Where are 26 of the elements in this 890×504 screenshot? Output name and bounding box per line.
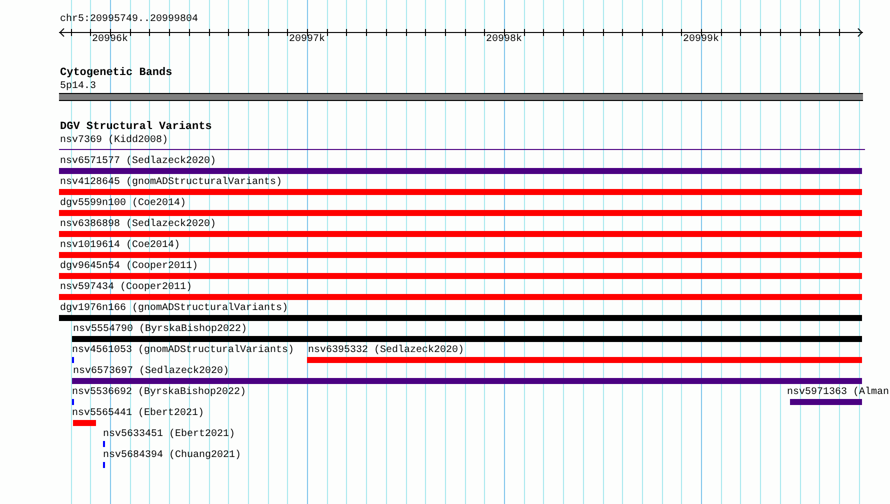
variant-label: nsv5971363 (Alman: [787, 387, 890, 398]
track-title: Cytogenetic Bands: [60, 67, 172, 79]
variant-label: nsv6395332 (Sedlazeck2020): [308, 345, 464, 356]
variant-label: nsv5633451 (Ebert2021): [103, 429, 236, 440]
variant-label: dgv5599n100 (Coe2014): [60, 198, 186, 209]
variant-label: dgv9645n54 (Cooper2011): [60, 261, 198, 272]
band-label: 5p14.3: [60, 81, 96, 92]
ruler-tick-label: 20998k: [486, 34, 522, 45]
variant-label: nsv6571577 (Sedlazeck2020): [60, 156, 216, 167]
variant-label: nsv4561053 (gnomADStructuralVariants): [72, 345, 294, 356]
variant-label: nsv5554790 (ByrskaBishop2022): [73, 324, 248, 335]
variant-label: nsv5565441 (Ebert2021): [72, 408, 204, 419]
variant-label: nsv7369 (Kidd2008): [60, 135, 168, 146]
variant-label: nsv597434 (Cooper2011): [60, 282, 192, 293]
variant-label: nsv5684394 (Chuang2021): [103, 450, 242, 461]
variant-label: nsv4128645 (gnomADStructuralVariants): [60, 177, 282, 188]
ruler-tick-label: 20996k: [92, 34, 128, 45]
track-title: DGV Structural Variants: [60, 121, 212, 133]
variant-label: dgv1976n166 (gnomADStructuralVariants): [60, 303, 288, 314]
variant-label: nsv6573697 (Sedlazeck2020): [73, 366, 230, 377]
location-label: chr5:20995749..20999804: [60, 14, 198, 25]
variant-label: nsv6386898 (Sedlazeck2020): [60, 219, 216, 230]
ruler-tick-label: 20997k: [289, 34, 326, 45]
variant-label: nsv1019614 (Coe2014): [60, 240, 180, 251]
variant-label: nsv5536692 (ByrskaBishop2022): [72, 387, 246, 398]
ruler-tick-label: 20999k: [683, 34, 720, 45]
